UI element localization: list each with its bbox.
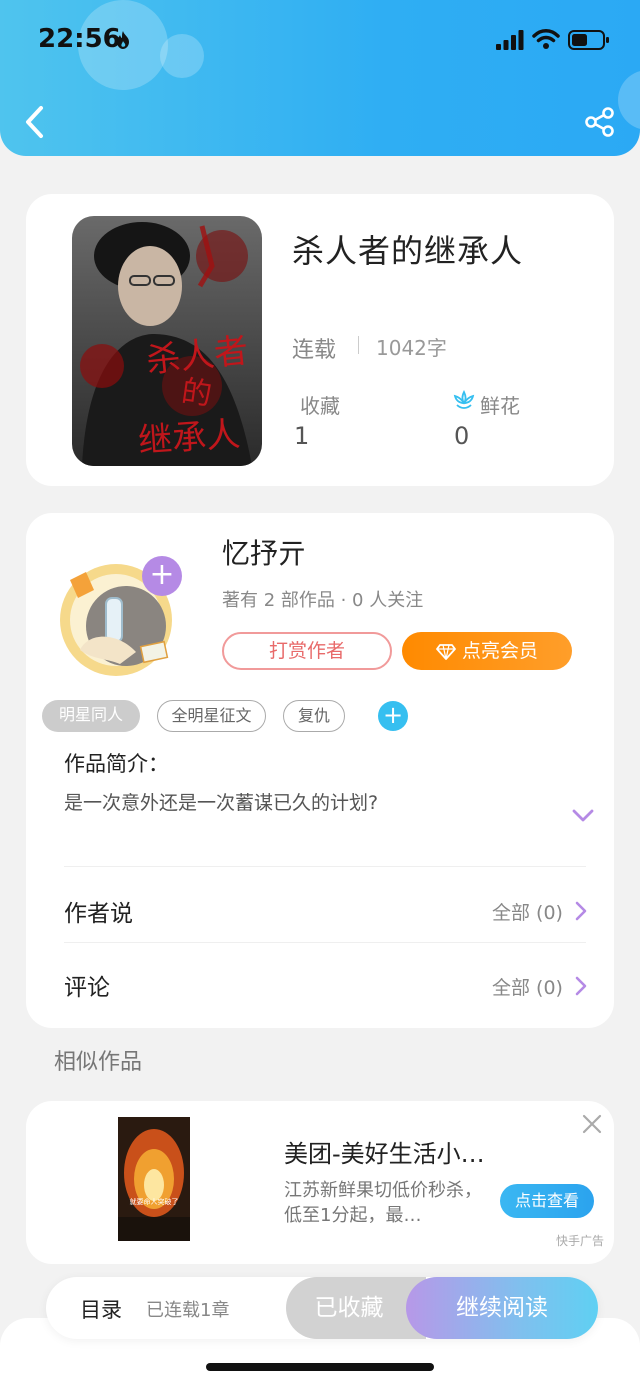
flowers-count: 0	[454, 422, 470, 450]
chapter-count: 已连载1章	[146, 1300, 230, 1321]
share-icon[interactable]	[584, 106, 616, 138]
battery-icon	[568, 30, 609, 50]
follow-author-button[interactable]: +	[142, 556, 182, 596]
author-stats: 著有 2 部作品 · 0 人关注	[222, 590, 424, 611]
book-status: 连载	[292, 338, 337, 363]
flower-icon	[453, 390, 475, 409]
cellular-signal-icon	[496, 30, 524, 50]
collected-button[interactable]: 已收藏	[286, 1277, 426, 1339]
book-cover-art	[72, 216, 262, 466]
ad-description: 江苏新鲜果切低价秒杀，低至1分起，最…	[284, 1180, 482, 1226]
favorites-label: 收藏	[300, 394, 340, 418]
tag-item[interactable]: 全明星征文	[157, 700, 266, 732]
author-notes-all[interactable]: 全部 (0)	[492, 898, 563, 925]
vip-button[interactable]: 点亮会员	[402, 632, 572, 670]
chevron-right-icon[interactable]	[572, 975, 590, 997]
intro-heading: 作品简介：	[64, 752, 169, 776]
continue-reading-button[interactable]: 继续阅读	[406, 1277, 598, 1339]
similar-works-heading: 相似作品	[54, 1050, 143, 1075]
comments-all[interactable]: 全部 (0)	[492, 973, 563, 1000]
decor-bubble	[618, 70, 640, 130]
expand-chevron-icon[interactable]	[570, 806, 596, 826]
status-divider	[358, 336, 359, 354]
ad-image[interactable]: 就要命人突破了	[118, 1117, 190, 1241]
diamond-icon	[436, 643, 456, 660]
add-tag-button[interactable]: +	[378, 701, 408, 731]
book-cover-image[interactable]	[72, 216, 262, 466]
favorites-count: 1	[294, 422, 310, 450]
ad-image-art	[118, 1117, 190, 1241]
toc-button[interactable]: 目录	[80, 1294, 122, 1324]
wifi-icon	[532, 29, 560, 49]
tag-item[interactable]: 复仇	[283, 700, 345, 732]
back-arrow-icon[interactable]	[22, 104, 48, 140]
ad-source-label: 快手广告	[556, 1234, 605, 1248]
intro-text: 是一次意外还是一次蓄谋已久的计划?	[64, 792, 379, 814]
status-time: 22:56	[38, 24, 121, 54]
close-icon[interactable]	[582, 1114, 602, 1134]
decor-bubble	[160, 34, 204, 78]
author-name[interactable]: 忆抒亓	[222, 532, 306, 572]
divider	[64, 942, 586, 943]
reward-author-button[interactable]: 打赏作者	[222, 632, 392, 670]
flowers-label: 鲜花	[480, 394, 520, 418]
book-title: 杀人者的继承人	[292, 232, 524, 270]
word-count: 1042字	[376, 336, 447, 360]
ad-image-caption: 就要命人突破了	[129, 1198, 179, 1206]
chevron-right-icon[interactable]	[572, 900, 590, 922]
divider	[64, 866, 586, 867]
home-indicator	[206, 1363, 434, 1371]
ad-view-button[interactable]: 点击查看	[500, 1184, 594, 1218]
author-notes-label[interactable]: 作者说	[64, 894, 133, 928]
tag-item[interactable]: 明星同人	[42, 700, 140, 732]
vip-button-label: 点亮会员	[461, 640, 538, 662]
comments-label[interactable]: 评论	[64, 968, 110, 1002]
flame-icon	[117, 31, 129, 49]
ad-title[interactable]: 美团-美好生活小…	[284, 1134, 485, 1169]
